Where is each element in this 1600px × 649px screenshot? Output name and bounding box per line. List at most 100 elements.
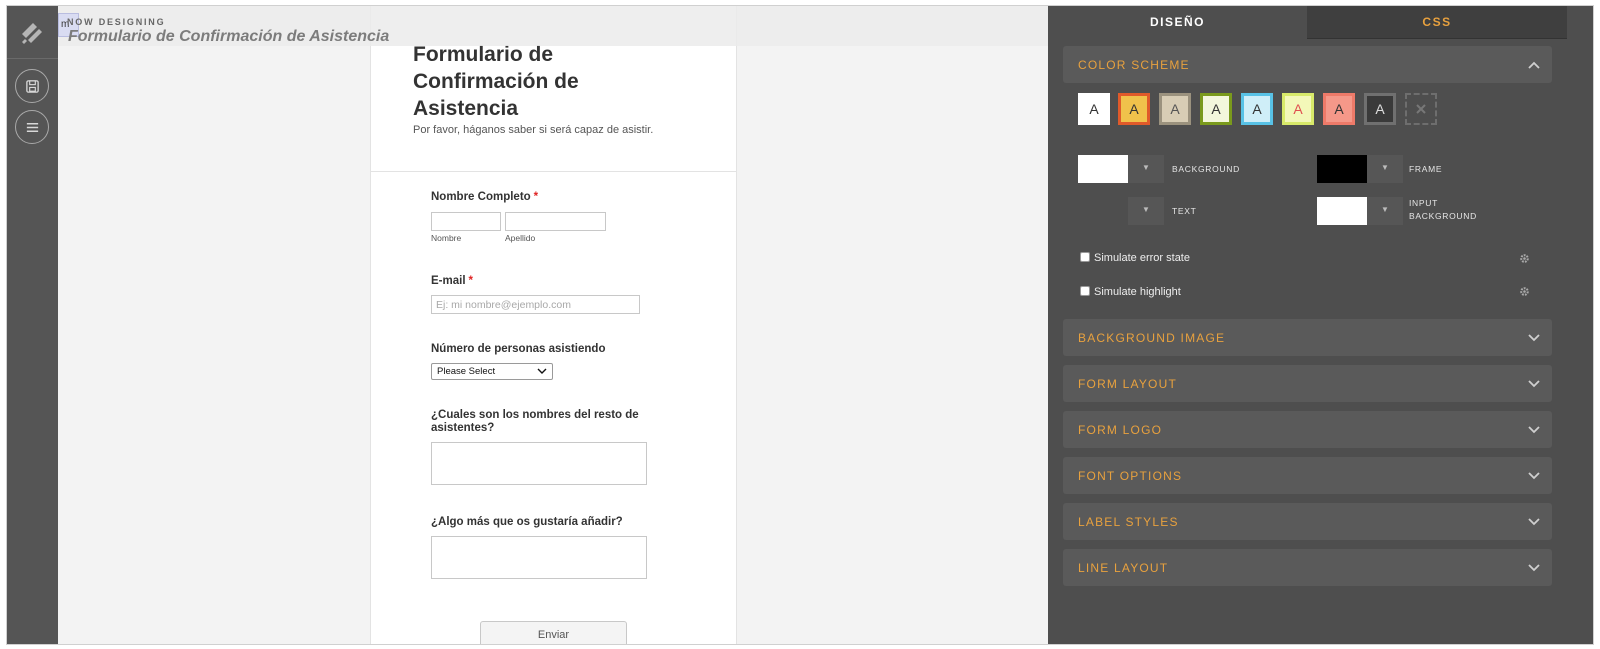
app-logo-icon[interactable]: [19, 20, 45, 46]
email-label: E-mail *: [431, 275, 473, 287]
form-subtitle: Por favor, háganos saber si será capaz d…: [413, 124, 654, 136]
line-layout-section[interactable]: LINE LAYOUT: [1063, 549, 1552, 586]
save-icon: [25, 79, 39, 93]
swatch-letter: A: [1334, 101, 1344, 117]
color-scheme-header[interactable]: COLOR SCHEME: [1063, 46, 1552, 83]
input-background-color-swatch: [1317, 197, 1367, 225]
form-logo-section[interactable]: FORM LOGO: [1063, 411, 1552, 448]
menu-button[interactable]: [15, 110, 49, 144]
app-frame: m NOW DESIGNING Formulario de Confirmaci…: [6, 5, 1594, 645]
simulate-highlight-label: Simulate highlight: [1094, 286, 1181, 298]
simulate-highlight-row[interactable]: Simulate highlight: [1080, 286, 1181, 298]
last-name-sublabel: Apellido: [505, 233, 536, 243]
rail-divider: [7, 58, 58, 59]
full-name-label: Nombre Completo *: [431, 191, 538, 203]
hamburger-menu-icon: [26, 122, 38, 132]
remove-scheme-button[interactable]: [1405, 93, 1437, 125]
guests-select-value: Please Select: [437, 366, 496, 377]
scheme-swatch[interactable]: A: [1200, 93, 1232, 125]
other-names-textarea[interactable]: [431, 442, 647, 485]
tool-rail: [7, 6, 58, 644]
gear-icon[interactable]: [1519, 286, 1530, 297]
scheme-swatch[interactable]: A: [1241, 93, 1273, 125]
font-options-title: FONT OPTIONS: [1078, 469, 1183, 483]
label-styles-section[interactable]: LABEL STYLES: [1063, 503, 1552, 540]
tab-css[interactable]: CSS: [1307, 6, 1567, 39]
chevron-down-icon: [1528, 472, 1540, 480]
dropdown-arrow-icon: ▼: [1367, 155, 1403, 183]
chevron-up-icon: [1528, 61, 1540, 69]
swatch-letter: A: [1089, 101, 1099, 117]
text-color-swatch: [1078, 197, 1128, 225]
designing-banner: m NOW DESIGNING Formulario de Confirmaci…: [58, 6, 1048, 46]
form-preview: Formulario de Confirmación de Asistencia…: [370, 6, 737, 644]
line-layout-title: LINE LAYOUT: [1078, 561, 1169, 575]
swatch-letter: A: [1170, 101, 1180, 117]
background-color-label: BACKGROUND: [1172, 164, 1240, 174]
form-layout-title: FORM LAYOUT: [1078, 377, 1177, 391]
simulate-highlight-checkbox[interactable]: [1080, 286, 1090, 296]
required-mark: *: [533, 191, 539, 203]
email-label-text: E-mail: [431, 275, 466, 287]
first-name-sublabel: Nombre: [431, 233, 462, 243]
guests-select[interactable]: Please Select: [431, 363, 553, 380]
swatch-letter: A: [1375, 101, 1385, 117]
input-background-color-picker[interactable]: ▼: [1317, 197, 1403, 225]
font-options-section[interactable]: FONT OPTIONS: [1063, 457, 1552, 494]
chevron-down-icon: [1528, 334, 1540, 342]
form-logo-title: FORM LOGO: [1078, 423, 1163, 437]
comments-textarea[interactable]: [431, 536, 647, 579]
color-scheme-title: COLOR SCHEME: [1078, 58, 1190, 72]
close-icon: [1416, 104, 1426, 114]
text-color-picker[interactable]: ▼: [1078, 197, 1164, 225]
now-designing-label: NOW DESIGNING: [67, 17, 166, 27]
scheme-swatch[interactable]: A: [1323, 93, 1355, 125]
form-canvas: m NOW DESIGNING Formulario de Confirmaci…: [58, 6, 1048, 644]
scheme-swatch[interactable]: A: [1159, 93, 1191, 125]
chevron-down-icon: [1528, 518, 1540, 526]
chevron-down-icon: [1528, 564, 1540, 572]
background-image-title: BACKGROUND IMAGE: [1078, 331, 1226, 345]
simulate-error-row[interactable]: Simulate error state: [1080, 252, 1190, 264]
gear-icon[interactable]: [1519, 253, 1530, 264]
first-name-input[interactable]: [431, 212, 501, 231]
email-input[interactable]: Ej: mi nombre@ejemplo.com: [431, 295, 640, 314]
label-styles-title: LABEL STYLES: [1078, 515, 1179, 529]
other-names-label: ¿Cuales son los nombres del resto de asi…: [431, 409, 639, 434]
frame-color-picker[interactable]: ▼: [1317, 155, 1403, 183]
designer-panel: DISEÑO CSS COLOR SCHEME A A A A A A A A: [1048, 6, 1593, 644]
scheme-swatch[interactable]: A: [1118, 93, 1150, 125]
frame-color-swatch: [1317, 155, 1367, 183]
scheme-swatch[interactable]: A: [1364, 93, 1396, 125]
submit-button[interactable]: Enviar: [480, 621, 627, 644]
color-scheme-body: A A A A A A A A ▼ BACKGROUND ▼ FRAME ▼ T…: [1063, 83, 1552, 315]
designing-form-title[interactable]: Formulario de Confirmación de Asistencia: [68, 28, 389, 46]
tab-design[interactable]: DISEÑO: [1048, 6, 1307, 39]
swatch-letter: A: [1252, 101, 1262, 117]
last-name-input[interactable]: [505, 212, 606, 231]
simulate-error-checkbox[interactable]: [1080, 252, 1090, 262]
panel-tabs: DISEÑO CSS: [1048, 6, 1593, 39]
dropdown-arrow-icon: ▼: [1128, 197, 1164, 225]
text-color-label: TEXT: [1172, 206, 1197, 216]
form-layout-section[interactable]: FORM LAYOUT: [1063, 365, 1552, 402]
background-color-swatch: [1078, 155, 1128, 183]
simulate-error-label: Simulate error state: [1094, 252, 1190, 264]
save-button[interactable]: [15, 69, 49, 103]
chevron-down-icon: [537, 368, 547, 374]
full-name-label-text: Nombre Completo: [431, 191, 531, 203]
background-color-picker[interactable]: ▼: [1078, 155, 1164, 183]
swatch-letter: A: [1211, 101, 1221, 117]
frame-color-label: FRAME: [1409, 164, 1443, 174]
dropdown-arrow-icon: ▼: [1128, 155, 1164, 183]
swatch-letter: A: [1293, 101, 1303, 117]
scheme-swatch[interactable]: A: [1282, 93, 1314, 125]
dropdown-arrow-icon: ▼: [1367, 197, 1403, 225]
comments-label: ¿Algo más que os gustaría añadir?: [431, 516, 623, 528]
background-image-section[interactable]: BACKGROUND IMAGE: [1063, 319, 1552, 356]
guests-label: Número de personas asistiendo: [431, 343, 606, 355]
chevron-down-icon: [1528, 426, 1540, 434]
scheme-swatch[interactable]: A: [1078, 93, 1110, 125]
chevron-down-icon: [1528, 380, 1540, 388]
required-mark: *: [468, 275, 473, 287]
